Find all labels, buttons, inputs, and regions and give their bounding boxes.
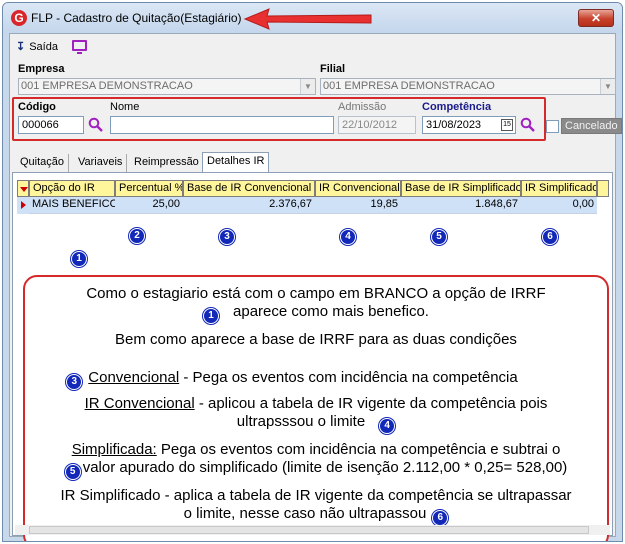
exit-label: Saída — [29, 41, 58, 53]
main-window: G FLP - Cadastro de Quitação(Estagiário)… — [2, 2, 623, 542]
note-irsimp-text2: o limite, nesse caso não ultrapassou — [183, 505, 427, 522]
filial-label: Filial — [320, 63, 346, 75]
note-badge-4: 4 — [379, 418, 396, 434]
competencia-label: Competência — [422, 101, 492, 113]
badge-3: 3 — [219, 229, 235, 245]
competencia-input[interactable]: 31/08/2023 15 — [422, 116, 516, 134]
sort-indicator-icon[interactable] — [17, 180, 29, 197]
badge-1: 1 — [71, 251, 87, 267]
cell-percentual[interactable]: 25,00 — [115, 197, 183, 214]
codigo-input[interactable]: 000066 — [18, 116, 84, 134]
grid-header: Opção do IR Percentual % Base de IR Conv… — [17, 180, 609, 197]
empresa-select[interactable]: 001 EMPRESA DEMONSTRACAO ▼ — [18, 78, 316, 95]
app-logo-icon: G — [11, 10, 27, 26]
col-header-percentual[interactable]: Percentual % — [115, 180, 183, 197]
tab-variaveis[interactable]: Variaveis — [74, 154, 128, 172]
tab-quitacao[interactable]: Quitação — [16, 154, 70, 172]
chevron-down-icon[interactable]: ▼ — [600, 79, 615, 94]
scrollbar-thumb[interactable] — [29, 526, 589, 534]
cancelado-label: Cancelado — [561, 118, 622, 134]
col-header-ir-simplificado[interactable]: IR Simplificado — [521, 180, 597, 197]
filial-value: 001 EMPRESA DEMONSTRACAO — [323, 80, 495, 92]
badge-5: 5 — [431, 229, 447, 245]
note-line-irconv-2: ultrapsssou o limite 4 — [25, 413, 607, 434]
note-irconv-title: IR Convencional — [84, 395, 195, 412]
note-line-3: Bem como aparece a base de IRRF para as … — [115, 331, 517, 348]
close-button[interactable]: ✕ — [578, 9, 614, 27]
note-line-simp: Simplificada: Pega os eventos com incidê… — [25, 441, 607, 458]
note-badge-3: 3 — [66, 374, 83, 390]
note-simp-title: Simplificada: — [71, 441, 157, 458]
nome-input[interactable] — [110, 116, 334, 134]
note-badge-6: 6 — [432, 510, 449, 526]
col-header-filler — [597, 180, 609, 197]
tab-reimpressao[interactable]: Reimpressão — [130, 154, 204, 172]
note-simp-text2: valor apurado do simplificado (limite de… — [82, 459, 568, 476]
window-title: FLP - Cadastro de Quitação(Estagiário) — [31, 11, 242, 25]
note-badge-5: 5 — [64, 464, 81, 480]
badge-2: 2 — [129, 228, 145, 244]
tab-bar: Quitação Variaveis Reimpressão Detalhes … — [10, 152, 615, 172]
note-line-2: 1 aparece como mais benefico. — [25, 303, 607, 324]
note-line-1: Como o estagiario está com o campo em BR… — [86, 285, 546, 302]
exit-arrow-icon: ↧ — [16, 41, 26, 53]
empresa-value: 001 EMPRESA DEMONSTRACAO — [21, 80, 193, 92]
chevron-down-icon[interactable]: ▼ — [300, 79, 315, 94]
note-badge-1: 1 — [203, 308, 220, 324]
col-header-base-ir-convencional[interactable]: Base de IR Convencional — [183, 180, 315, 197]
search-icon[interactable] — [88, 117, 104, 133]
note-conv-text: - Pega os eventos com incidência na comp… — [179, 369, 518, 386]
note-simp-text: Pega os eventos com incidência na compet… — [156, 441, 561, 458]
cell-base-ir-convencional[interactable]: 2.376,67 — [183, 197, 315, 214]
filial-select[interactable]: 001 EMPRESA DEMONSTRACAO ▼ — [320, 78, 616, 95]
note-line-irsimp-2: o limite, nesse caso não ultrapassou 6 — [25, 505, 607, 526]
competencia-value: 31/08/2023 — [426, 119, 482, 131]
row-indicator-icon — [17, 197, 29, 214]
annotation-arrow — [243, 8, 372, 30]
search-icon[interactable] — [520, 117, 536, 133]
menu-bar: ↧ Saída — [10, 34, 615, 58]
calendar-icon[interactable]: 15 — [501, 119, 513, 131]
nome-label: Nome — [110, 101, 140, 113]
cell-ir-simplificado[interactable]: 0,00 — [521, 197, 597, 214]
admissao-input: 22/10/2012 — [338, 116, 416, 134]
cell-ir-convencional[interactable]: 19,85 — [315, 197, 401, 214]
note-line-2-text: aparece como mais benefico. — [233, 303, 429, 320]
note-line-irsimp: IR Simplificado - aplica a tabela de IR … — [60, 487, 572, 504]
cell-opcao-ir[interactable]: MAIS BENEFICO — [29, 197, 115, 214]
client-area: ↧ Saída Empresa 001 EMPRESA DEMONSTRACAO … — [9, 33, 622, 541]
note-irconv-text: - aplicou a tabela de IR vigente da comp… — [194, 395, 548, 412]
horizontal-scrollbar[interactable] — [15, 525, 610, 535]
annotation-note: Como o estagiario está com o campo em BR… — [23, 275, 609, 541]
cancelado-checkbox[interactable] — [546, 120, 559, 133]
table-row[interactable]: MAIS BENEFICO 25,00 2.376,67 19,85 1.848… — [17, 197, 609, 214]
detalhes-ir-panel: Opção do IR Percentual % Base de IR Conv… — [12, 172, 613, 541]
exit-menu-item[interactable]: ↧ Saída — [16, 40, 58, 53]
note-irconv-text2: ultrapsssou o limite — [236, 413, 366, 430]
col-header-base-ir-simplificado[interactable]: Base de IR Simplificado — [401, 180, 521, 197]
empresa-label: Empresa — [18, 63, 65, 75]
tab-detalhes-ir[interactable]: Detalhes IR — [202, 152, 270, 172]
note-conv-title: Convencional — [88, 369, 180, 386]
codigo-label: Código — [18, 101, 56, 113]
col-header-ir-convencional[interactable]: IR Convencional — [315, 180, 401, 197]
note-line-irconv: IR Convencional - aplicou a tabela de IR… — [25, 395, 607, 412]
monitor-icon[interactable] — [72, 40, 87, 54]
col-header-opcao-ir[interactable]: Opção do IR — [29, 180, 115, 197]
badge-4: 4 — [340, 229, 356, 245]
note-line-simp-2: 5 valor apurado do simplificado (limite d… — [25, 459, 607, 480]
cell-base-ir-simplificado[interactable]: 1.848,67 — [401, 197, 521, 214]
note-line-conv: 3 Convencional - Pega os eventos com inci… — [3, 369, 583, 390]
admissao-label: Admissão — [338, 101, 387, 113]
badge-6: 6 — [542, 229, 558, 245]
